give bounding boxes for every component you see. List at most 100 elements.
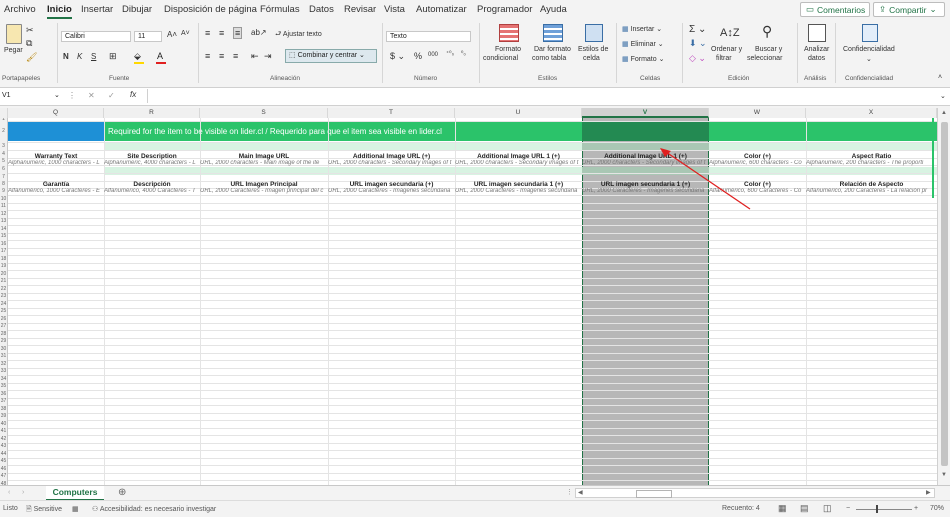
select-all-corner[interactable]: [0, 108, 8, 118]
align-top-icon[interactable]: ≡: [205, 28, 210, 38]
analyze-data-label[interactable]: Analizar: [804, 46, 829, 53]
normal-view-icon[interactable]: ▦: [778, 503, 787, 514]
align-right-icon[interactable]: ≡: [233, 51, 238, 61]
tab-vista[interactable]: Vista: [384, 4, 405, 15]
column-header-u[interactable]: U: [455, 108, 582, 118]
vertical-scrollbar[interactable]: ▲ ▼: [937, 108, 950, 485]
spreadsheet-grid[interactable]: Required for the item to be visible on l…: [0, 118, 937, 485]
collapse-ribbon-icon[interactable]: ˄: [938, 74, 942, 81]
analyze-data-icon[interactable]: [808, 24, 826, 42]
number-format-select[interactable]: Texto: [386, 31, 471, 42]
scroll-up-icon[interactable]: ▲: [941, 110, 947, 116]
name-box[interactable]: V1 ⌄: [2, 90, 60, 102]
align-left-icon[interactable]: ≡: [205, 51, 210, 61]
format-painter-icon[interactable]: 🖌: [26, 52, 37, 63]
fill-color-icon[interactable]: ⬙: [134, 51, 141, 62]
tab-automatizar[interactable]: Automatizar: [416, 4, 467, 15]
vertical-scroll-thumb[interactable]: [941, 122, 948, 466]
italic-button[interactable]: K: [77, 52, 82, 61]
column-header-q[interactable]: Q: [8, 108, 104, 118]
analyze-data-label-2[interactable]: datos: [808, 55, 825, 62]
tab-disposicion[interactable]: Disposición de página: [164, 4, 257, 15]
cancel-icon[interactable]: ✕: [88, 91, 95, 100]
formula-input[interactable]: [147, 89, 943, 103]
find-select-label[interactable]: Buscar y: [755, 46, 782, 53]
search-icon[interactable]: ⚲: [762, 23, 772, 40]
column-header-v[interactable]: V: [582, 108, 709, 118]
conditional-format-label-2[interactable]: condicional: [483, 55, 518, 62]
horizontal-scroll-thumb[interactable]: [636, 490, 672, 498]
expand-formula-icon[interactable]: ⌄: [940, 92, 946, 100]
cell-styles-label[interactable]: Estilos de: [578, 46, 608, 53]
sort-filter-label-2[interactable]: filtrar: [716, 55, 732, 62]
tab-archivo[interactable]: Archivo: [4, 4, 36, 15]
comments-button[interactable]: ▭ Comentarios: [800, 2, 870, 17]
paste-label[interactable]: Pegar: [4, 47, 23, 54]
insert-cells-button[interactable]: ▦ Insertar ⌄: [622, 25, 662, 33]
chevron-down-icon[interactable]: ⌄: [866, 55, 872, 63]
tab-datos[interactable]: Datos: [309, 4, 334, 15]
scroll-down-icon[interactable]: ▼: [941, 472, 947, 478]
delete-cells-button[interactable]: ▦ Eliminar ⌄: [622, 40, 664, 48]
sensitivity-icon[interactable]: [862, 24, 878, 42]
page-break-icon[interactable]: ◫: [823, 503, 832, 514]
sort-filter-icon[interactable]: A↕Z: [720, 27, 740, 39]
conditional-format-icon[interactable]: [499, 24, 519, 42]
underline-button[interactable]: S: [91, 52, 96, 61]
table-format-label[interactable]: Dar formato: [534, 46, 571, 53]
tab-insertar[interactable]: Insertar: [81, 4, 113, 15]
borders-icon[interactable]: ⊞: [109, 51, 117, 62]
align-bottom-icon[interactable]: ≡: [233, 27, 243, 39]
decrease-font-icon[interactable]: A˅: [181, 30, 190, 37]
tab-programador[interactable]: Programador: [477, 4, 532, 15]
add-sheet-icon[interactable]: ⊕: [118, 487, 126, 498]
sensitivity-status[interactable]: 🗎 Sensitive: [26, 505, 62, 516]
scroll-left-icon[interactable]: ◀: [578, 489, 583, 496]
find-select-label-2[interactable]: seleccionar: [747, 55, 782, 62]
thousands-icon[interactable]: 000: [428, 52, 438, 58]
page-layout-icon[interactable]: ▤: [800, 503, 809, 514]
increase-font-icon[interactable]: A˄: [167, 30, 177, 39]
column-header-w[interactable]: W: [709, 108, 806, 118]
confirm-icon[interactable]: ✓: [108, 91, 115, 100]
tab-ayuda[interactable]: Ayuda: [540, 4, 567, 15]
bold-button[interactable]: N: [63, 52, 69, 61]
column-header-r[interactable]: R: [104, 108, 200, 118]
font-color-icon[interactable]: A: [157, 51, 163, 61]
font-name-select[interactable]: Calibri: [61, 31, 131, 42]
cut-icon[interactable]: ✂: [26, 25, 34, 36]
decrease-indent-icon[interactable]: ⇤: [251, 51, 259, 62]
orientation-icon[interactable]: ab↗: [251, 28, 267, 37]
share-button[interactable]: ⇪ Compartir ⌄: [873, 2, 945, 17]
zoom-slider[interactable]: [856, 509, 912, 510]
copy-icon[interactable]: ⧉: [26, 38, 32, 49]
sensitivity-label[interactable]: Confidencialidad: [843, 46, 895, 53]
table-format-icon[interactable]: [543, 24, 563, 42]
merge-center-button[interactable]: ⬚ Combinar y centrar ⌄: [285, 49, 377, 63]
scroll-right-icon[interactable]: ▶: [926, 489, 931, 496]
tab-dibujar[interactable]: Dibujar: [122, 4, 152, 15]
column-header-t[interactable]: T: [328, 108, 455, 118]
table-format-label-2[interactable]: como tabla: [532, 55, 566, 62]
next-sheet-icon[interactable]: ›: [22, 489, 24, 496]
cell-styles-icon[interactable]: [585, 24, 603, 42]
paste-icon[interactable]: [6, 24, 22, 44]
conditional-format-label[interactable]: Formato: [495, 46, 521, 53]
accessibility-status[interactable]: ⚇ Accesibilidad: es necesario investigar: [92, 505, 216, 513]
font-size-select[interactable]: 11: [134, 31, 162, 42]
prev-sheet-icon[interactable]: ‹: [8, 489, 10, 496]
zoom-slider-thumb[interactable]: [876, 505, 878, 513]
sort-filter-label[interactable]: Ordenar y: [711, 46, 742, 53]
horizontal-scrollbar[interactable]: ◀ ▶: [575, 488, 935, 498]
clear-icon[interactable]: ◇ ⌄: [689, 53, 706, 64]
percent-icon[interactable]: %: [414, 51, 422, 61]
decrease-decimal-icon[interactable]: ⁰₀: [461, 50, 466, 57]
tab-revisar[interactable]: Revisar: [344, 4, 376, 15]
macro-icon[interactable]: ▦: [72, 505, 79, 513]
increase-decimal-icon[interactable]: ⁺⁰₀: [446, 50, 454, 57]
increase-indent-icon[interactable]: ⇥: [264, 51, 272, 62]
function-icon[interactable]: fx: [130, 90, 136, 99]
column-header-s[interactable]: S: [200, 108, 328, 118]
align-center-icon[interactable]: ≡: [219, 51, 224, 61]
align-middle-icon[interactable]: ≡: [219, 28, 224, 38]
